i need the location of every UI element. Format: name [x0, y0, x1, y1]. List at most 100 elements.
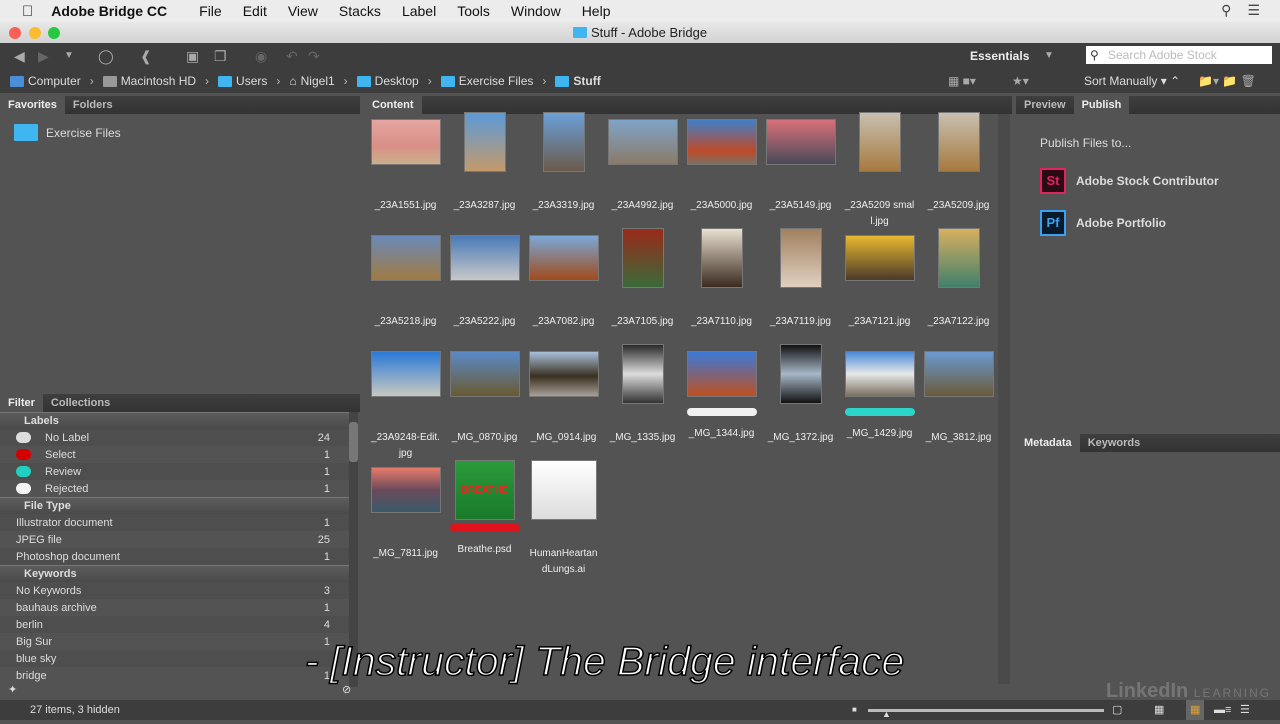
crumb-macintosh-hd[interactable]: Macintosh HD [102, 74, 196, 88]
filter-row[interactable]: Review 1 [0, 463, 350, 480]
crumb-exercise-files[interactable]: Exercise Files [440, 74, 533, 88]
publish-adobe-portfolio[interactable]: Pf Adobe Portfolio [1016, 206, 1280, 240]
output-icon[interactable]: ◉ [255, 48, 267, 65]
filter-row[interactable]: Illustrator document 1 [0, 514, 350, 531]
tab-metadata[interactable]: Metadata [1016, 434, 1080, 452]
star-filter-icon[interactable]: ★▾ [1012, 74, 1029, 88]
new-folder-icon[interactable]: 📁▾ 📁 🗑 [1198, 74, 1256, 88]
thumbnail-item[interactable]: _23A7119.jpg [761, 228, 840, 330]
zoom-button[interactable] [48, 27, 60, 39]
rotate-left-icon[interactable]: ↶ [286, 48, 298, 65]
grid-lock-icon[interactable]: ▦ [1154, 700, 1164, 720]
crumb-users[interactable]: Users [218, 74, 267, 88]
spotlight-icon[interactable]: ⚲ [1221, 2, 1231, 19]
menu-edit[interactable]: Edit [243, 3, 267, 19]
filter-row[interactable]: bauhaus archive 1 [0, 599, 350, 616]
details-view-icon[interactable]: ▬≡ [1214, 700, 1231, 720]
crumb-stuff[interactable]: Stuff [555, 74, 601, 88]
thumbnail-item[interactable]: _MG_1335.jpg [603, 344, 682, 446]
refine-icon[interactable]: ❐ [214, 48, 227, 65]
filter-section-file-type[interactable]: File Type [0, 497, 350, 514]
large-thumb-icon[interactable]: ▢ [1112, 700, 1122, 720]
thumbnail-item[interactable]: _MG_0870.jpg [445, 344, 524, 446]
tab-preview[interactable]: Preview [1016, 96, 1074, 114]
thumbnail-item[interactable]: _23A7105.jpg [603, 228, 682, 330]
thumbnail-item[interactable]: _23A7110.jpg [682, 228, 761, 330]
thumbnail-item[interactable]: _23A3319.jpg [524, 112, 603, 214]
menu-label[interactable]: Label [402, 3, 436, 19]
thumbnail-item[interactable]: _MG_1344.jpg [682, 344, 761, 442]
close-button[interactable] [9, 27, 21, 39]
thumbnail-item[interactable]: _23A5000.jpg [682, 112, 761, 214]
tab-folders[interactable]: Folders [65, 96, 121, 114]
menu-window[interactable]: Window [511, 3, 561, 19]
tab-favorites[interactable]: Favorites [0, 96, 65, 114]
tab-filter[interactable]: Filter [0, 394, 43, 412]
workspace-essentials[interactable]: Essentials [970, 49, 1029, 63]
tab-publish[interactable]: Publish [1073, 96, 1130, 114]
filter-row[interactable]: berlin 4 [0, 616, 350, 633]
menu-help[interactable]: Help [582, 3, 611, 19]
tab-collections[interactable]: Collections [43, 394, 118, 412]
filter-row[interactable]: JPEG file 25 [0, 531, 350, 548]
thumbnail-item[interactable]: _MG_3812.jpg [919, 344, 998, 446]
thumbnail-item[interactable]: BREATHE Breathe.psd [445, 460, 524, 558]
thumbnail-item[interactable]: _23A9248-Edit.jpg [366, 344, 445, 462]
crumb-desktop[interactable]: Desktop [356, 74, 419, 88]
list-view-icon[interactable]: ☰ [1240, 700, 1250, 720]
filter-row[interactable]: Rejected 1 [0, 480, 350, 497]
thumbnail-item[interactable]: _23A5149.jpg [761, 112, 840, 214]
thumbnail-size-slider[interactable]: ▲ [868, 709, 1104, 719]
filter-row[interactable]: bridge 1 [0, 667, 350, 684]
workspace-dropdown-icon[interactable]: ▼ [1044, 50, 1054, 61]
rotate-right-icon[interactable]: ↷ [308, 48, 320, 65]
small-thumb-icon[interactable]: ■ [852, 700, 857, 720]
thumbnail-item[interactable]: _23A5222.jpg [445, 228, 524, 330]
sort-dropdown[interactable]: Sort Manually ▾ ⌃ [1084, 74, 1180, 88]
search-input[interactable]: ⚲ Search Adobe Stock [1086, 46, 1272, 64]
menu-stacks[interactable]: Stacks [339, 3, 381, 19]
filter-section-keywords[interactable]: Keywords [0, 565, 350, 582]
publish-adobe-stock[interactable]: St Adobe Stock Contributor [1016, 164, 1280, 206]
camera-import-icon[interactable]: ▣ [186, 48, 199, 65]
thumbnail-item[interactable]: _23A7121.jpg [840, 228, 919, 330]
crumb-nigel1[interactable]: ⌂ Nigel1 [289, 74, 334, 88]
minimize-button[interactable] [29, 27, 41, 39]
filter-row[interactable]: Photoshop document 1 [0, 548, 350, 565]
apple-icon[interactable]:  [22, 3, 33, 20]
thumbnail-item[interactable]: _23A5209 small.jpg [840, 112, 919, 230]
thumbnail-item[interactable]: _MG_7811.jpg [366, 460, 445, 562]
thumbnail-quality-icon[interactable]: ▦ ■▾ [948, 74, 976, 88]
thumbnail-item[interactable]: _MG_1429.jpg [840, 344, 919, 442]
thumbnail-view-icon[interactable]: ▦ [1186, 700, 1205, 720]
filter-row[interactable]: Select 1 [0, 446, 350, 463]
favorite-exercise-files[interactable]: Exercise Files [0, 114, 360, 151]
thumbnail-item[interactable]: _23A5209.jpg [919, 112, 998, 214]
crumb-computer[interactable]: Computer [10, 74, 81, 88]
menu-file[interactable]: File [199, 3, 222, 19]
app-name[interactable]: Adobe Bridge CC [51, 3, 167, 19]
thumbnail-item[interactable]: _MG_1372.jpg [761, 344, 840, 446]
content-scrollbar[interactable] [998, 114, 1010, 684]
menu-view[interactable]: View [288, 3, 318, 19]
back-icon[interactable]: ◀ [14, 48, 25, 65]
thumbnail-item[interactable]: _MG_0914.jpg [524, 344, 603, 446]
reveal-icon[interactable]: ◯ [98, 48, 114, 65]
thumbnail-item[interactable]: _23A5218.jpg [366, 228, 445, 330]
tab-keywords[interactable]: Keywords [1080, 434, 1149, 452]
filter-row[interactable]: Big Sur 1 [0, 633, 350, 650]
filter-row[interactable]: No Keywords 3 [0, 582, 350, 599]
thumbnail-item[interactable]: HumanHeartandLungs.ai [524, 460, 603, 578]
filter-row[interactable]: No Label 24 [0, 429, 350, 446]
pin-icon[interactable]: ✦ [8, 683, 17, 696]
filter-row[interactable]: blue sky [0, 650, 350, 667]
recent-dropdown-icon[interactable]: ▼ [64, 50, 74, 61]
thumbnail-item[interactable]: _23A7082.jpg [524, 228, 603, 330]
thumbnail-item[interactable]: _23A1551.jpg [366, 112, 445, 214]
filter-section-labels[interactable]: Labels [0, 412, 350, 429]
boomerang-icon[interactable]: ❰ [140, 48, 152, 65]
thumbnail-item[interactable]: _23A7122.jpg [919, 228, 998, 330]
forward-icon[interactable]: ▶ [38, 48, 49, 65]
thumbnail-item[interactable]: _23A4992.jpg [603, 112, 682, 214]
menu-tools[interactable]: Tools [457, 3, 490, 19]
